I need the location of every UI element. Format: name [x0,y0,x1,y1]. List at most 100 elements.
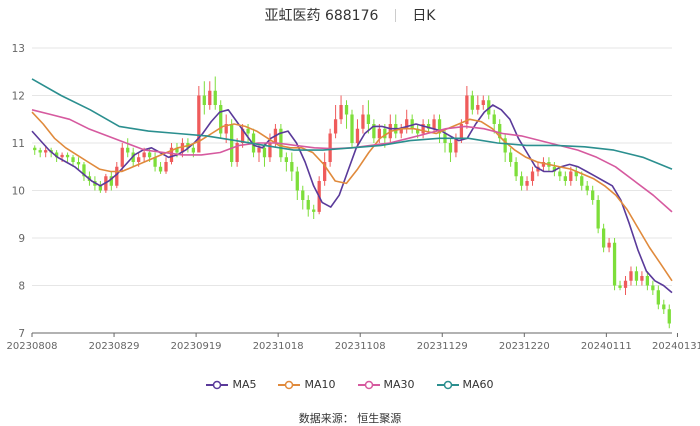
candle-body [44,150,48,153]
candle-body [230,124,234,162]
x-tick-label: 20230829 [89,341,140,352]
candle-body [164,162,168,172]
candle-body [257,147,261,153]
candle-body [290,162,294,172]
candle-body [640,276,644,281]
x-tick-label: 20231129 [417,341,468,352]
candle-body [120,147,124,167]
candle-body [481,100,485,105]
kline-chart: 78910111213 20230808 20230829 20230919 2023… [7,43,700,352]
candle-body [667,309,671,324]
candle-body [514,162,518,177]
candle-body [470,95,474,110]
candle-body [262,147,267,158]
candle-body [651,285,655,291]
x-tick-label: 20230808 [7,341,58,352]
candle-body [656,290,660,305]
candle-body [569,171,573,181]
legend-label-ma10: MA10 [304,378,336,391]
candle-body [339,105,343,120]
data-source: 数据来源： 恒生聚源 [298,412,402,425]
x-tick-label: 20240111 [581,341,632,352]
candle-body [65,154,70,158]
ma30-legend-icon [357,380,380,389]
y-tick-label: 7 [18,328,25,340]
candle-body [508,152,513,162]
candle-body [60,154,64,158]
ma10-legend-icon [278,380,301,389]
candle-body [591,190,595,200]
legend-item-ma10[interactable]: MA10 [278,378,336,391]
candle-body [246,128,250,134]
candle-body [208,90,212,105]
y-tick-label: 12 [12,91,25,103]
legend-label-ma5: MA5 [232,378,257,391]
candle-body [585,185,589,191]
candle-body [361,114,365,129]
candle-body [350,114,354,143]
x-tick-label: 20231018 [253,341,304,352]
legend: MA5 MA10 MA30 MA60 [0,378,700,391]
legend-item-ma5[interactable]: MA5 [206,378,256,391]
candle-body [377,128,381,139]
candle-body [142,152,146,158]
candle-body [525,181,529,186]
candle-body [645,276,650,286]
x-tick-label: 20230919 [171,341,222,352]
candle-body [629,271,633,281]
candle-body [284,157,288,162]
candle-body [662,304,666,310]
candle-body [197,95,201,153]
candle-body [476,105,480,110]
chart-container: 亚虹医药 688176 日K 7 8 9 10 11 12 13 20230808 20230… [0,0,700,426]
candle-body [306,200,310,210]
candle-body [158,166,163,172]
y-tick-label: 13 [12,43,25,55]
candle-body [601,228,606,248]
candle-body [344,105,349,115]
y-tick-label: 8 [18,281,25,293]
candle-body [448,143,453,153]
candle-body [71,157,75,162]
x-axis: 20230808 20230829 20230919 20231018 20231108… [7,332,700,352]
candle-body [268,143,272,158]
candle-body [295,171,299,191]
candle-body [147,152,152,158]
candle-body [76,162,81,165]
candle-body [137,157,141,162]
candle-body [612,242,617,286]
x-tick-label: 20231220 [499,341,550,352]
candlesticks [33,76,671,329]
ma60-legend-icon [436,380,459,389]
candle-body [33,147,37,151]
legend-item-ma30[interactable]: MA30 [357,378,415,391]
candle-body [432,119,436,129]
candle-body [301,190,305,200]
candle-body [580,176,584,186]
candle-body [563,176,567,181]
candle-body [312,209,316,212]
y-tick-label: 9 [18,233,25,245]
x-tick-label: 20240131 [652,341,700,352]
candle-body [333,119,338,134]
grid-lines [32,47,672,334]
candle-body [596,200,600,229]
y-tick-label: 10 [12,186,25,198]
candle-body [530,171,535,181]
candle-body [355,128,360,143]
candle-body [623,280,628,288]
candle-body [618,285,622,288]
candle-body [558,171,562,177]
candle-body [492,114,496,124]
legend-label-ma30: MA30 [383,378,415,391]
candle-body [607,242,611,248]
candle-body [213,90,217,105]
y-axis: 7 8 9 10 11 12 13 [12,43,25,340]
y-tick-label: 11 [12,138,25,150]
candle-body [519,176,524,186]
candle-body [634,271,639,281]
legend-item-ma60[interactable]: MA60 [436,378,494,391]
x-tick-label: 20231108 [335,341,386,352]
ma5-legend-icon [206,380,229,389]
candle-body [202,95,206,105]
